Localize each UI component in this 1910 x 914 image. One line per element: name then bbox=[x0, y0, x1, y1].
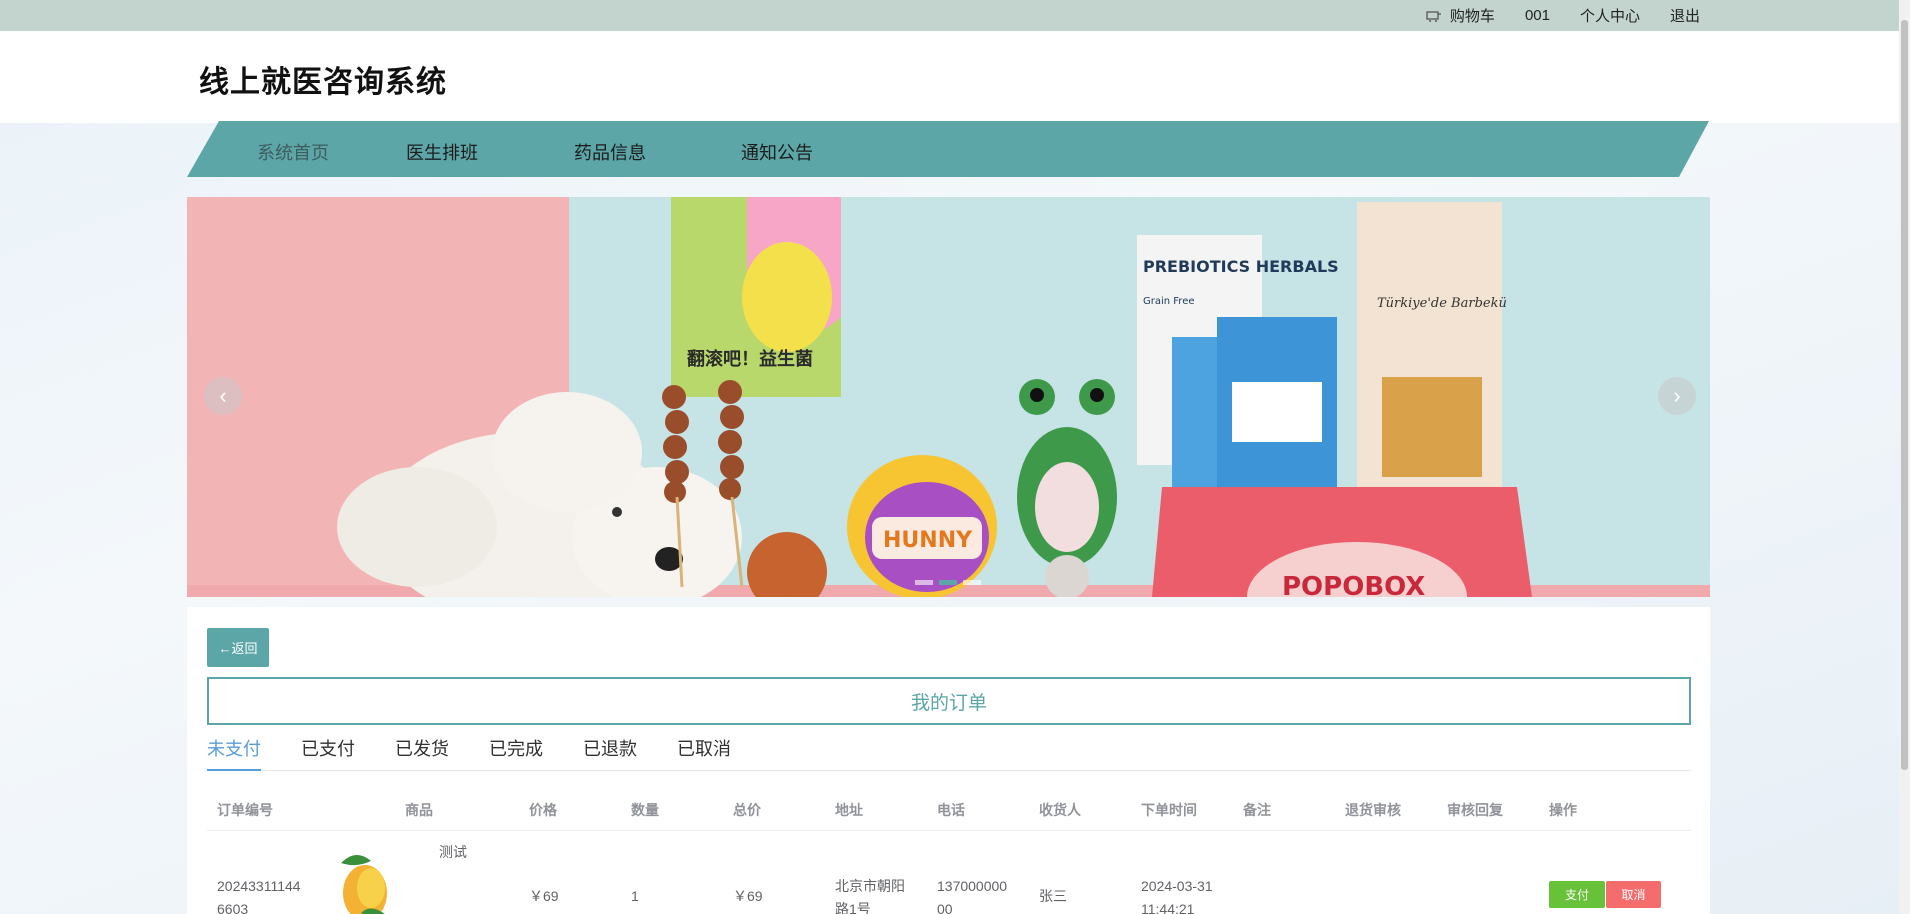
poster-text: 翻滚吧！益生菌 bbox=[687, 348, 813, 370]
address: 北京市朝阳 路1号 bbox=[835, 875, 905, 914]
phone: 137000000 00 bbox=[937, 875, 1007, 914]
col-price: 价格 bbox=[529, 802, 557, 818]
page-scrollbar[interactable] bbox=[1899, 0, 1910, 914]
carousel-indicators bbox=[915, 580, 981, 585]
banner-hunny-toy: HUNNY bbox=[847, 455, 997, 597]
product-name: 测试 bbox=[439, 844, 467, 860]
carousel-next-button[interactable]: › bbox=[1658, 377, 1696, 415]
logout-link[interactable]: 退出 bbox=[1670, 5, 1700, 26]
tab-shipped[interactable]: 已发货 bbox=[395, 733, 449, 771]
col-receiver: 收货人 bbox=[1039, 802, 1081, 818]
cancel-order-button[interactable]: 取消 bbox=[1606, 881, 1661, 908]
carousel-dot[interactable] bbox=[963, 580, 981, 585]
tab-unpaid[interactable]: 未支付 bbox=[207, 733, 261, 771]
phone-line2: 00 bbox=[937, 901, 953, 914]
nav-item-home[interactable]: 系统首页 bbox=[257, 139, 329, 165]
table-row: 20243311144 6603 测试 ￥69 1 ￥69 北京市朝阳 路1号 … bbox=[207, 833, 1691, 914]
top-bar: 购物车 001 个人中心 退出 bbox=[0, 0, 1910, 31]
cart-icon bbox=[1426, 10, 1441, 22]
username-link[interactable]: 001 bbox=[1525, 7, 1550, 24]
carousel-dot[interactable] bbox=[939, 580, 957, 585]
tab-refunded[interactable]: 已退款 bbox=[583, 733, 637, 771]
col-remark: 备注 bbox=[1243, 802, 1271, 818]
price: ￥69 bbox=[529, 888, 559, 904]
tab-paid[interactable]: 已支付 bbox=[301, 733, 355, 771]
tab-completed[interactable]: 已完成 bbox=[489, 733, 543, 771]
banner-popobox: POPOBOX bbox=[1152, 487, 1532, 597]
col-address: 地址 bbox=[835, 802, 863, 818]
bag2-text: Türkiye'de Barbekü bbox=[1377, 296, 1507, 311]
col-return-review: 退货审核 bbox=[1345, 802, 1401, 818]
scrollbar-thumb[interactable] bbox=[1901, 20, 1908, 770]
cart-link[interactable]: 购物车 bbox=[1426, 5, 1495, 26]
order-time-clock: 11:44:21 bbox=[1141, 901, 1195, 914]
order-time-date: 2024-03-31 bbox=[1141, 878, 1213, 894]
col-review-reply: 审核回复 bbox=[1447, 802, 1503, 818]
order-status-tabs: 未支付 已支付 已发货 已完成 已退款 已取消 bbox=[207, 733, 1691, 771]
col-product: 商品 bbox=[405, 802, 433, 818]
pay-button[interactable]: 支付 bbox=[1549, 881, 1605, 908]
nav-item-notices[interactable]: 通知公告 bbox=[741, 139, 813, 165]
nav-item-medicine-info[interactable]: 药品信息 bbox=[574, 139, 646, 165]
order-no-line1: 20243311144 bbox=[217, 878, 301, 894]
address-line1: 北京市朝阳 bbox=[835, 878, 905, 894]
col-actions: 操作 bbox=[1549, 802, 1577, 818]
orders-table-header: 订单编号 商品 价格 数量 总价 地址 电话 收货人 下单时间 备注 退货审核 … bbox=[207, 785, 1691, 831]
orders-panel: ←返回 我的订单 未支付 已支付 已发货 已完成 已退款 已取消 订单编号 商品… bbox=[187, 607, 1710, 914]
col-order-no: 订单编号 bbox=[217, 802, 273, 818]
receiver: 张三 bbox=[1039, 888, 1067, 904]
back-button[interactable]: ←返回 bbox=[207, 628, 269, 667]
col-quantity: 数量 bbox=[631, 802, 659, 818]
address-line2: 路1号 bbox=[835, 901, 871, 914]
main-nav: 系统首页 医生排班 药品信息 通知公告 bbox=[187, 121, 1709, 177]
site-header: 线上就医咨询系统 bbox=[0, 31, 1910, 123]
banner-poster: 翻滚吧！益生菌 bbox=[671, 197, 841, 397]
order-no-line2: 6603 bbox=[217, 901, 249, 914]
order-no: 20243311144 6603 bbox=[217, 875, 301, 914]
order-time: 2024-03-31 11:44:21 bbox=[1141, 875, 1213, 914]
product-image bbox=[341, 854, 387, 914]
phone-line1: 137000000 bbox=[937, 878, 1008, 894]
bag1-sub: Grain Free bbox=[1143, 296, 1195, 307]
site-title: 线上就医咨询系统 bbox=[199, 65, 447, 100]
bag1-text: PREBIOTICS HERBALS bbox=[1143, 257, 1339, 276]
col-total: 总价 bbox=[733, 802, 761, 818]
banner-image: 翻滚吧！益生菌 HUNNY PREBIOTICS HERBALS Grain F… bbox=[187, 197, 1710, 597]
col-order-time: 下单时间 bbox=[1141, 802, 1197, 818]
quantity: 1 bbox=[631, 888, 639, 904]
carousel-prev-button[interactable]: ‹ bbox=[204, 377, 242, 415]
tab-cancelled[interactable]: 已取消 bbox=[677, 733, 731, 771]
carousel-dot[interactable] bbox=[915, 580, 933, 585]
total: ￥69 bbox=[733, 888, 763, 904]
col-phone: 电话 bbox=[937, 802, 965, 818]
profile-link[interactable]: 个人中心 bbox=[1580, 5, 1640, 26]
nav-item-doctor-schedule[interactable]: 医生排班 bbox=[406, 139, 478, 165]
toy-text: HUNNY bbox=[883, 528, 973, 553]
banner-carousel[interactable]: 翻滚吧！益生菌 HUNNY PREBIOTICS HERBALS Grain F… bbox=[187, 197, 1710, 597]
cart-label: 购物车 bbox=[1449, 8, 1495, 25]
orders-title: 我的订单 bbox=[207, 677, 1691, 725]
box-text: POPOBOX bbox=[1282, 572, 1425, 597]
